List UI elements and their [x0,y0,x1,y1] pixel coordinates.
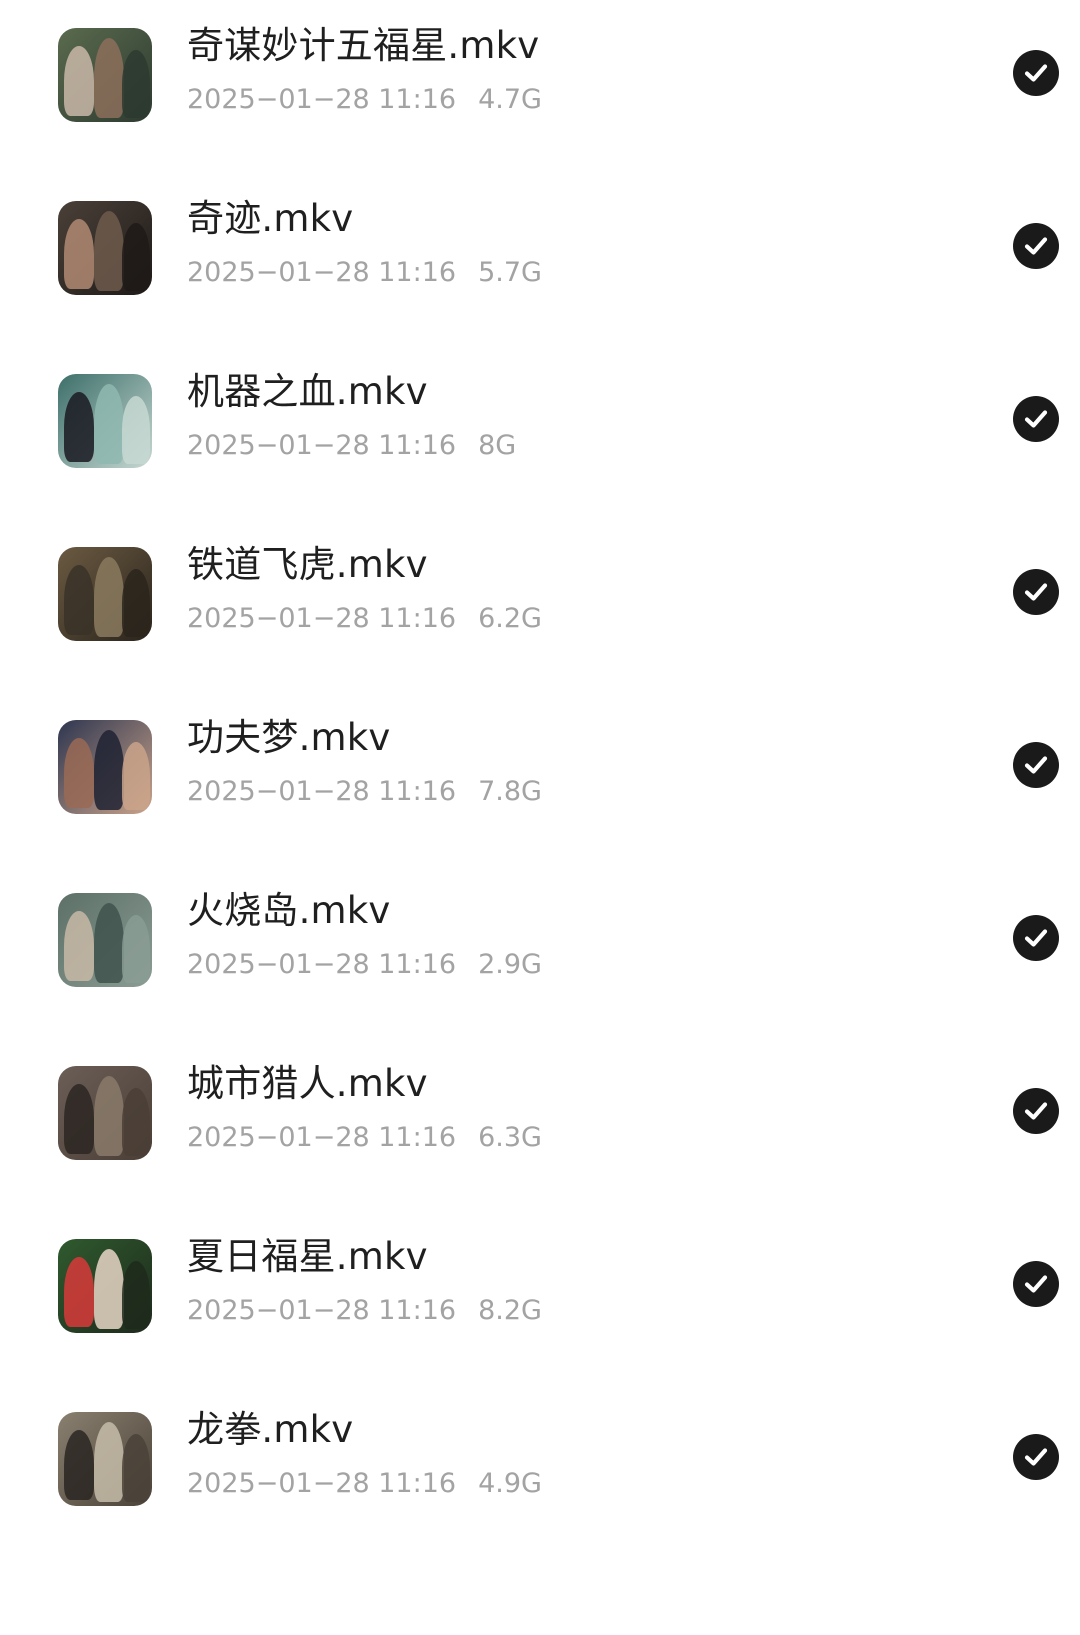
thumbnail-figure [94,1422,124,1502]
thumbnail-figure [64,1257,94,1327]
check-circle-icon[interactable] [1013,1434,1059,1480]
file-row[interactable]: 功夫梦.mkv 2025−01−28 11:16 7.8G [0,692,1080,875]
file-size: 2.9G [478,949,542,980]
check-circle-icon[interactable] [1013,569,1059,615]
file-meta: 2025−01−28 11:16 8.2G [187,1295,542,1327]
file-size: 8G [478,430,517,461]
thumbnail-figure [64,1430,94,1500]
thumbnail-figure [94,557,124,637]
video-thumbnail [58,547,152,641]
file-row[interactable]: 奇谋妙计五福星.mkv 2025−01−28 11:16 4.7G [0,0,1080,183]
video-thumbnail [58,893,152,987]
file-name: 功夫梦.mkv [187,716,391,759]
file-row[interactable]: 机器之血.mkv 2025−01−28 11:16 8G [0,346,1080,529]
thumbnail-figure [64,392,94,462]
thumbnail-figure [122,742,150,810]
file-meta: 2025−01−28 11:16 4.7G [187,84,542,116]
check-circle-icon[interactable] [1013,1088,1059,1134]
file-meta: 2025−01−28 11:16 2.9G [187,949,542,981]
thumbnail-figure [94,211,124,291]
file-meta: 2025−01−28 11:16 5.7G [187,257,542,289]
thumbnail-figure [122,50,150,118]
check-circle-icon[interactable] [1013,742,1059,788]
thumbnail-figure [122,1088,150,1156]
thumbnail-figure [94,1249,124,1329]
file-date: 2025−01−28 11:16 [187,84,457,115]
thumbnail-figure [122,915,150,983]
thumbnail-figure [94,903,124,983]
check-circle-icon[interactable] [1013,50,1059,96]
check-circle-icon[interactable] [1013,1261,1059,1307]
file-date: 2025−01−28 11:16 [187,257,457,288]
file-date: 2025−01−28 11:16 [187,1468,457,1499]
thumbnail-figure [64,565,94,635]
file-size: 4.9G [478,1468,542,1499]
file-name: 机器之血.mkv [187,370,428,413]
file-name: 奇谋妙计五福星.mkv [187,24,540,67]
file-meta: 2025−01−28 11:16 7.8G [187,776,542,808]
file-name: 铁道飞虎.mkv [187,543,428,586]
file-size: 5.7G [478,257,542,288]
video-thumbnail [58,201,152,295]
thumbnail-figure [94,1076,124,1156]
file-meta: 2025−01−28 11:16 6.2G [187,603,542,635]
file-name: 奇迹.mkv [187,197,354,240]
file-row[interactable]: 城市猎人.mkv 2025−01−28 11:16 6.3G [0,1038,1080,1221]
file-date: 2025−01−28 11:16 [187,1122,457,1153]
file-date: 2025−01−28 11:16 [187,776,457,807]
thumbnail-figure [94,384,124,464]
video-thumbnail [58,1239,152,1333]
file-date: 2025−01−28 11:16 [187,603,457,634]
file-name: 夏日福星.mkv [187,1235,428,1278]
thumbnail-figure [64,219,94,289]
video-thumbnail [58,1066,152,1160]
thumbnail-figure [64,46,94,116]
thumbnail-figure [94,38,124,118]
file-list: 奇谋妙计五福星.mkv 2025−01−28 11:16 4.7G 奇迹.mkv 202… [0,0,1080,1635]
file-name: 火烧岛.mkv [187,889,391,932]
file-row[interactable]: 奇迹.mkv 2025−01−28 11:16 5.7G [0,173,1080,356]
file-date: 2025−01−28 11:16 [187,430,457,461]
file-size: 4.7G [478,84,542,115]
thumbnail-figure [122,569,150,637]
file-date: 2025−01−28 11:16 [187,1295,457,1326]
thumbnail-figure [122,223,150,291]
file-name: 城市猎人.mkv [187,1062,428,1105]
thumbnail-figure [94,730,124,810]
file-date: 2025−01−28 11:16 [187,949,457,980]
thumbnail-figure [122,1261,150,1329]
file-meta: 2025−01−28 11:16 8G [187,430,516,462]
file-size: 6.3G [478,1122,542,1153]
check-circle-icon[interactable] [1013,223,1059,269]
video-thumbnail [58,1412,152,1506]
check-circle-icon[interactable] [1013,396,1059,442]
check-circle-icon[interactable] [1013,915,1059,961]
file-meta: 2025−01−28 11:16 4.9G [187,1468,542,1500]
thumbnail-figure [64,1084,94,1154]
file-row[interactable]: 夏日福星.mkv 2025−01−28 11:16 8.2G [0,1211,1080,1394]
thumbnail-figure [122,396,150,464]
file-row[interactable]: 铁道飞虎.mkv 2025−01−28 11:16 6.2G [0,519,1080,702]
video-thumbnail [58,28,152,122]
file-name: 龙拳.mkv [187,1408,354,1451]
file-meta: 2025−01−28 11:16 6.3G [187,1122,542,1154]
file-row[interactable]: 龙拳.mkv 2025−01−28 11:16 4.9G [0,1384,1080,1567]
video-thumbnail [58,720,152,814]
thumbnail-figure [64,911,94,981]
file-size: 6.2G [478,603,542,634]
video-thumbnail [58,374,152,468]
file-size: 7.8G [478,776,542,807]
thumbnail-figure [64,738,94,808]
file-size: 8.2G [478,1295,542,1326]
file-row[interactable]: 火烧岛.mkv 2025−01−28 11:16 2.9G [0,865,1080,1048]
thumbnail-figure [122,1434,150,1502]
